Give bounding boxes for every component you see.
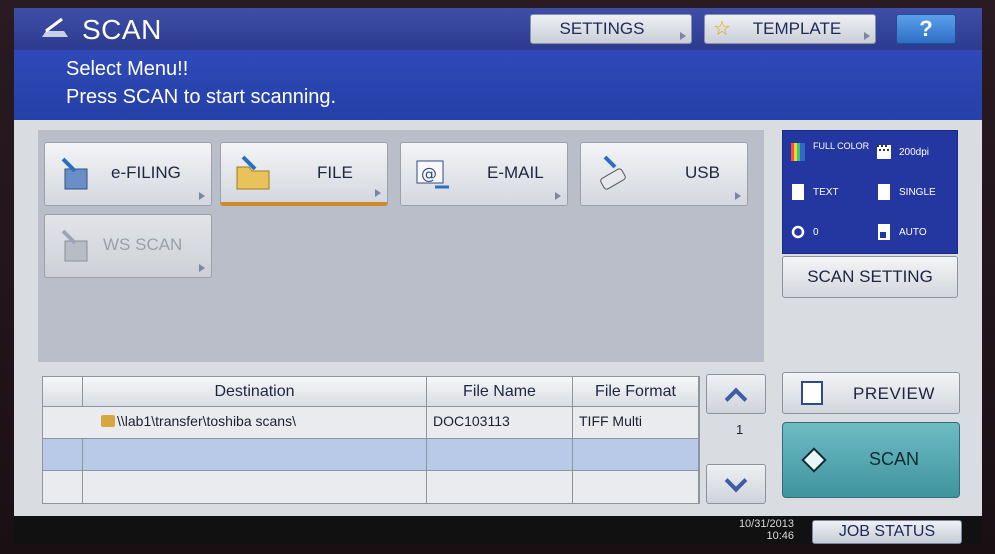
wsscan-label: WS SCAN [103, 235, 183, 254]
original-mode-status: TEXT [791, 177, 871, 207]
message-bar: Select Menu!! Press SCAN to start scanni… [14, 50, 982, 120]
touch-screen: SCAN SETTINGS ☆ TEMPLATE ? Select Menu!!… [14, 8, 982, 544]
scan-label: SCAN [869, 449, 920, 469]
title-bar: SCAN SETTINGS ☆ TEMPLATE ? [14, 8, 982, 50]
date-time: 10/31/2013 10:46 [714, 518, 794, 542]
rotate-icon [791, 225, 805, 239]
chevron-right-icon [199, 192, 205, 200]
efiling-button[interactable]: e-FILING [44, 142, 212, 206]
file-button[interactable]: FILE [220, 142, 388, 206]
usb-button[interactable]: USB [580, 142, 748, 206]
settings-button[interactable]: SETTINGS [530, 14, 692, 44]
chevron-right-icon [375, 189, 381, 197]
message-line-1: Select Menu!! [66, 58, 189, 80]
scroll-up-button[interactable] [706, 374, 766, 414]
document-icon [792, 184, 804, 200]
preview-icon [801, 381, 823, 405]
preview-button[interactable]: PREVIEW [782, 372, 960, 414]
single-sided-icon [878, 184, 890, 200]
color-mode-status: FULL COLOR [791, 137, 871, 167]
chevron-down-icon [724, 469, 748, 493]
table-row[interactable] [43, 471, 699, 503]
preview-label: PREVIEW [853, 384, 935, 403]
template-label: TEMPLATE [752, 19, 842, 38]
settings-label: SETTINGS [559, 19, 645, 38]
efiling-label: e-FILING [111, 163, 181, 182]
file-label: FILE [317, 163, 353, 182]
email-icon: @ [416, 160, 449, 189]
scan-status-panel: FULL COLOR 200dpi TEXT SINGLE 0 AUTO [782, 130, 958, 254]
email-label: E-MAIL [487, 163, 544, 182]
table-row[interactable]: \\lab1\transfer\toshiba scans\ DOC103113… [43, 407, 699, 439]
message-line-2: Press SCAN to start scanning. [66, 86, 337, 108]
usb-label: USB [685, 163, 720, 182]
auto-size-icon [878, 224, 890, 240]
wsscan-button[interactable]: WS SCAN [44, 214, 212, 278]
time-display: 10:46 [766, 530, 794, 542]
destination-panel: e-FILING FILE @ E-MAIL USB WS SCAN [38, 130, 764, 362]
efiling-icon [61, 157, 88, 190]
job-status-button[interactable]: JOB STATUS [812, 520, 962, 544]
chevron-right-icon [555, 192, 561, 200]
wsscan-icon [61, 229, 88, 262]
rotation-status: 0 [791, 217, 871, 247]
date-display: 10/31/2013 [738, 518, 794, 530]
template-button[interactable]: ☆ TEMPLATE [704, 14, 876, 44]
folder-icon [236, 155, 270, 190]
start-icon [801, 447, 827, 473]
table-header-blank [43, 377, 83, 407]
table-row[interactable] [43, 439, 699, 471]
chevron-right-icon [680, 32, 686, 40]
star-icon: ☆ [713, 18, 731, 40]
column-header-file-format: File Format [573, 377, 699, 407]
page-title: SCAN [82, 14, 162, 45]
color-mode-icon [791, 143, 805, 161]
size-status: AUTO [877, 217, 957, 247]
column-header-destination: Destination [83, 377, 427, 407]
svg-text:@: @ [421, 164, 437, 183]
help-button[interactable]: ? [896, 14, 956, 44]
resolution-icon [877, 145, 891, 159]
chevron-up-icon [724, 387, 748, 411]
chevron-right-icon [735, 192, 741, 200]
usb-icon [600, 155, 626, 190]
sides-status: SINGLE [877, 177, 957, 207]
destination-table: Destination File Name File Format \\lab1… [42, 376, 700, 504]
chevron-right-icon [864, 32, 870, 40]
page-indicator: 1 [736, 422, 744, 437]
chevron-right-icon [199, 264, 205, 272]
email-button[interactable]: @ E-MAIL [400, 142, 568, 206]
scan-button[interactable]: SCAN [782, 422, 960, 498]
scanner-icon [42, 17, 68, 37]
scan-setting-button[interactable]: SCAN SETTING [782, 256, 958, 298]
resolution-status: 200dpi [877, 137, 957, 167]
column-header-file-name: File Name [427, 377, 573, 407]
scroll-down-button[interactable] [706, 464, 766, 504]
